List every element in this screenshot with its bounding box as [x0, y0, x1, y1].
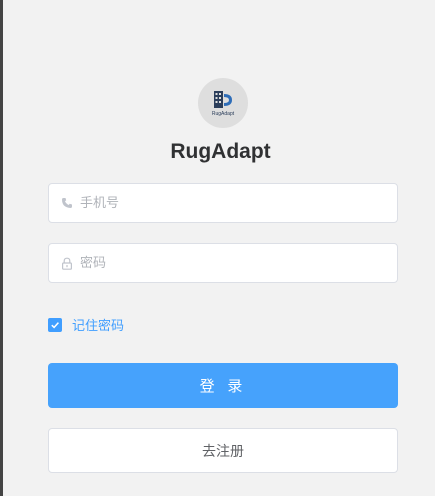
password-input[interactable] — [80, 244, 380, 282]
app-logo: RugAdapt — [198, 78, 248, 128]
remember-password-checkbox[interactable]: 记住密码 — [48, 315, 124, 334]
logo-mark-icon — [214, 90, 232, 108]
login-window: RugAdapt RugAdapt 记住密码 登 录 去注册 — [0, 0, 435, 496]
phone-input[interactable] — [80, 184, 380, 222]
login-button[interactable]: 登 录 — [48, 363, 398, 408]
checkbox-checked-icon[interactable] — [48, 317, 62, 332]
phone-icon — [60, 196, 74, 210]
register-button[interactable]: 去注册 — [48, 428, 398, 473]
app-title: RugAdapt — [170, 140, 271, 163]
logo-text: RugAdapt — [211, 110, 235, 117]
phone-field[interactable] — [48, 183, 398, 223]
remember-password-label[interactable]: 记住密码 — [72, 315, 124, 334]
lock-icon — [60, 256, 74, 270]
password-field[interactable] — [48, 243, 398, 283]
